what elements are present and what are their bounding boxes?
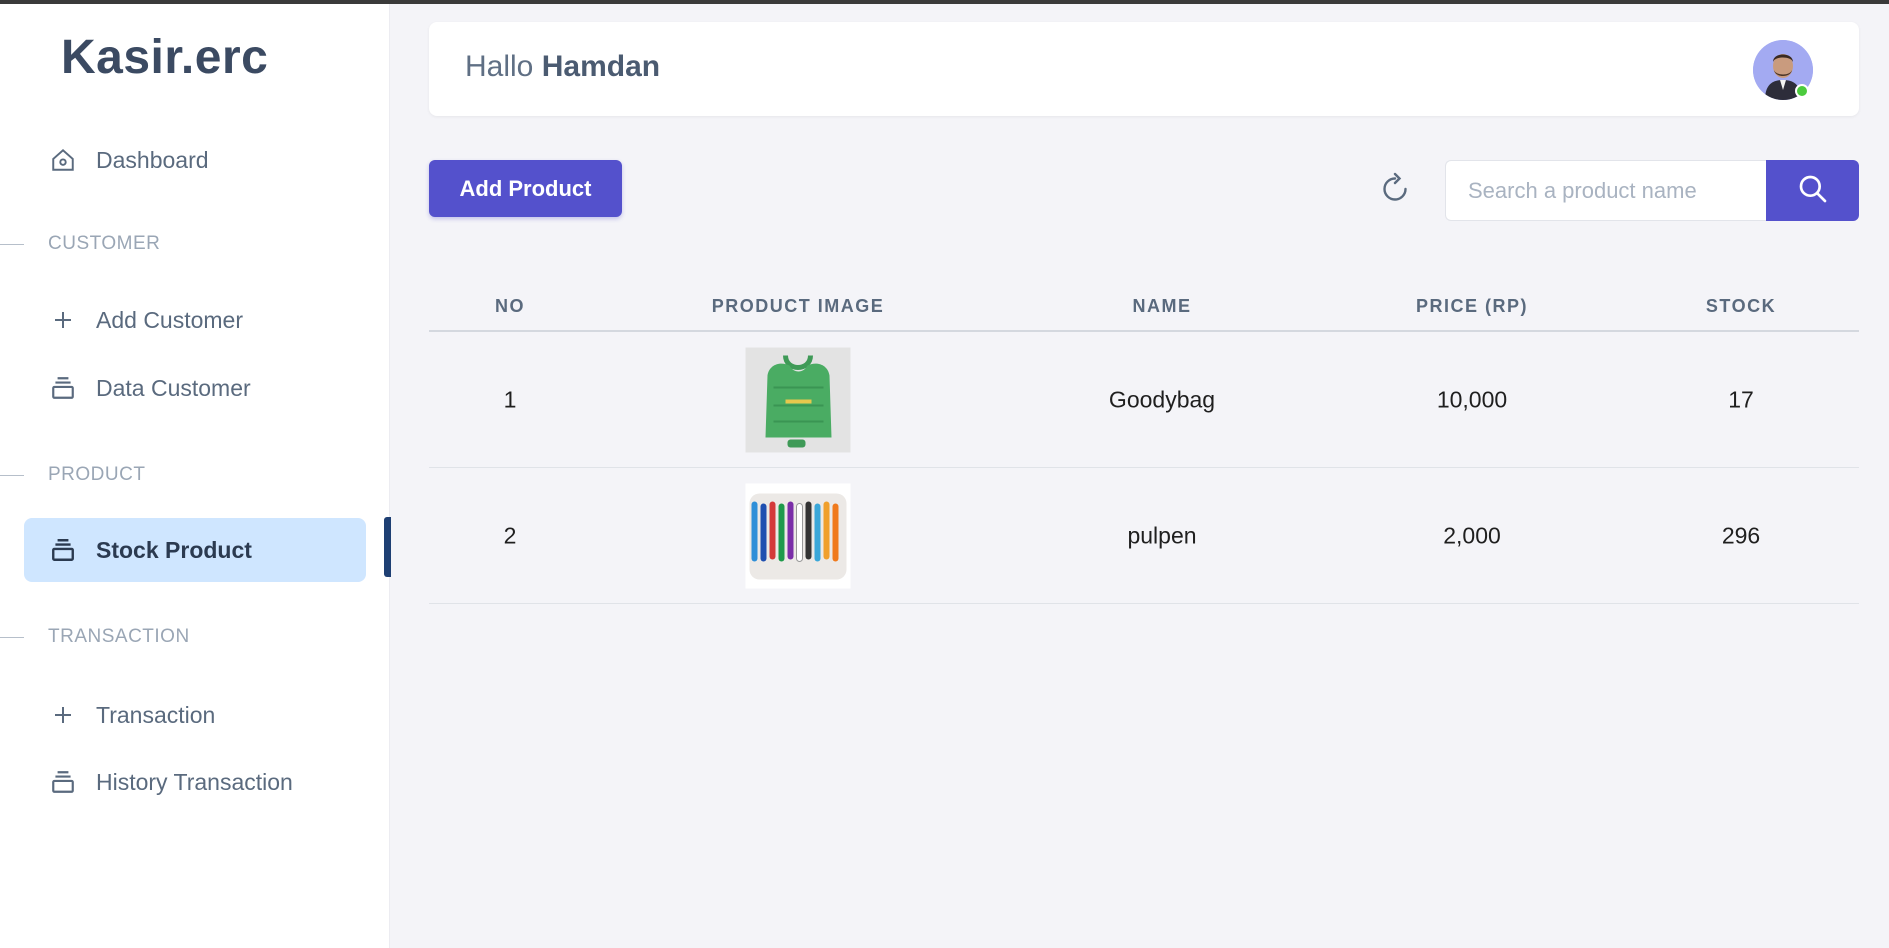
sidebar-item-history-transaction[interactable]: History Transaction (24, 750, 366, 814)
product-image (745, 483, 851, 588)
plus-icon (48, 700, 78, 730)
sidebar-item-label: Transaction (96, 701, 216, 728)
sidebar-item-dashboard[interactable]: Dashboard (24, 128, 366, 192)
active-indicator (384, 517, 391, 577)
cell-stock: 17 (1728, 386, 1754, 412)
search-button[interactable] (1766, 160, 1859, 221)
stack-icon (48, 373, 78, 403)
sidebar-item-add-customer[interactable]: Add Customer (24, 288, 366, 352)
section-product: PRODUCT (0, 463, 145, 487)
sidebar-item-label: Dashboard (96, 146, 209, 173)
column-header-price: PRICE (RP) (1415, 296, 1529, 316)
sidebar-item-label: Stock Product (96, 536, 252, 563)
cell-name: pulpen (1127, 522, 1197, 548)
sidebar-item-label: History Transaction (96, 768, 293, 795)
sidebar: Kasir.erc Dashboard CUSTOMER Add Custome… (0, 4, 390, 948)
table-row[interactable]: 1 Goodybag 10,000 17 (429, 332, 1859, 468)
plus-icon (48, 305, 78, 335)
sidebar-item-data-customer[interactable]: Data Customer (24, 356, 366, 420)
section-label: CUSTOMER (48, 233, 161, 254)
table-row[interactable]: 2 pulpen 2,000 296 (429, 468, 1859, 604)
stack-icon (48, 767, 78, 797)
column-header-no: NO (495, 296, 525, 316)
cell-price: 10,000 (1436, 386, 1508, 412)
cell-price: 2,000 (1443, 522, 1501, 548)
product-image (745, 347, 851, 452)
brand-logo[interactable]: Kasir.erc (61, 30, 268, 85)
search-icon (1797, 173, 1829, 208)
section-label: PRODUCT (48, 464, 146, 485)
search-input[interactable] (1445, 160, 1767, 221)
header-card: Hallo Hamdan (429, 22, 1859, 116)
table-header: NO PRODUCT IMAGE NAME PRICE (RP) STOCK (429, 282, 1859, 332)
column-header-stock: STOCK (1705, 296, 1777, 316)
stack-icon (48, 535, 78, 565)
column-header-image: PRODUCT IMAGE (711, 296, 885, 316)
greeting: Hallo Hamdan (465, 50, 660, 84)
sidebar-item-label: Data Customer (96, 374, 251, 401)
home-icon (48, 145, 78, 175)
section-divider (0, 636, 24, 638)
cell-name: Goodybag (1108, 386, 1216, 412)
section-divider (0, 474, 24, 476)
online-status-dot (1795, 84, 1809, 98)
product-table: NO PRODUCT IMAGE NAME PRICE (RP) STOCK 1… (429, 282, 1859, 604)
section-transaction: TRANSACTION (0, 625, 190, 649)
section-label: TRANSACTION (48, 626, 190, 647)
user-name: Hamdan (541, 50, 661, 83)
section-customer: CUSTOMER (0, 232, 160, 256)
cell-no: 2 (503, 522, 517, 548)
column-header-name: NAME (1132, 296, 1192, 316)
sidebar-item-transaction[interactable]: Transaction (24, 683, 366, 747)
section-divider (0, 243, 24, 245)
cell-stock: 296 (1721, 522, 1761, 548)
sidebar-item-label: Add Customer (96, 306, 244, 333)
refresh-icon[interactable] (1377, 171, 1413, 207)
add-product-button[interactable]: Add Product (429, 160, 622, 217)
greeting-prefix: Hallo (465, 50, 534, 83)
sidebar-item-stock-product[interactable]: Stock Product (24, 518, 366, 582)
cell-no: 1 (503, 386, 517, 412)
